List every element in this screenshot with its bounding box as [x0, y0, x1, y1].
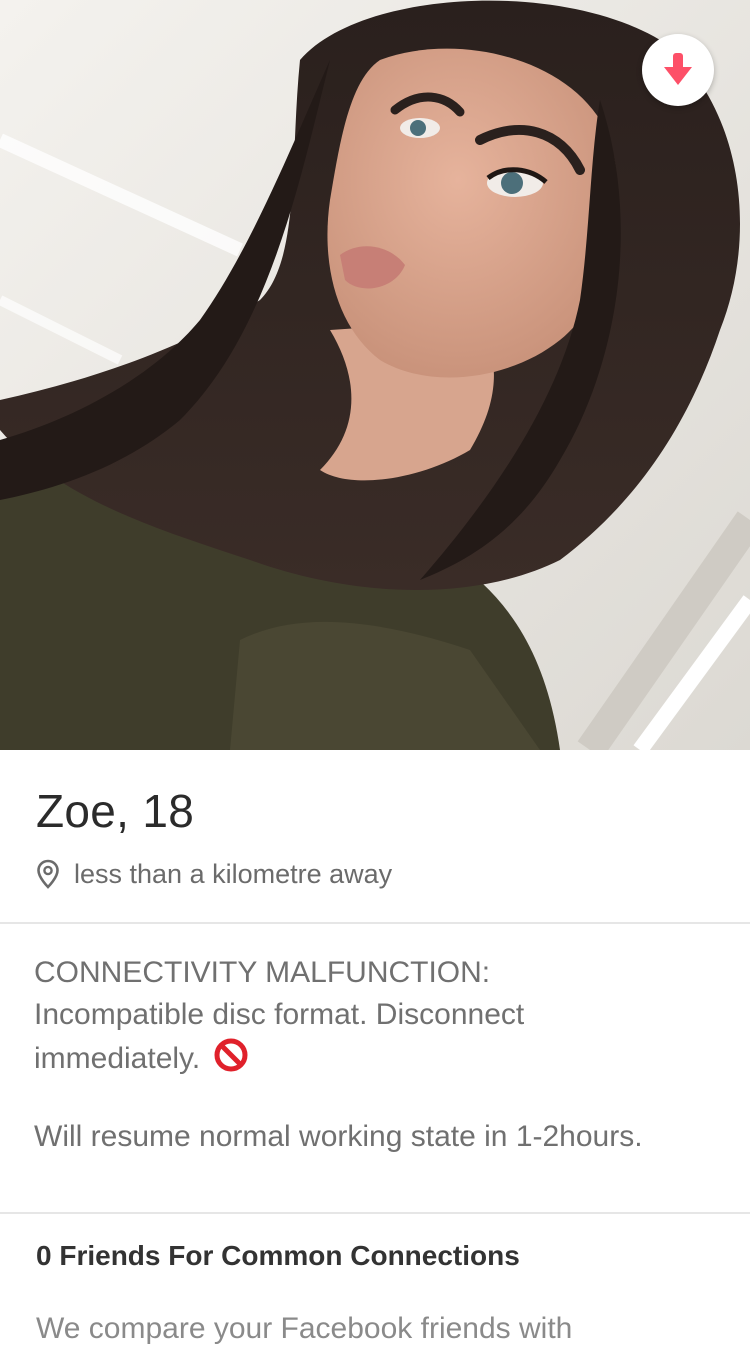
common-connections-description: We compare your Facebook friends with — [36, 1312, 573, 1345]
common-connections-section: 0 Friends For Common Connections We comp… — [0, 1214, 750, 1345]
distance-text: less than a kilometre away — [74, 858, 393, 889]
no-entry-icon — [214, 1038, 248, 1080]
bio-line: immediately. — [34, 1038, 248, 1080]
arrow-down-icon — [664, 53, 692, 85]
bio-section: CONNECTIVITY MALFUNCTION: Incompatible d… — [0, 924, 750, 1214]
profile-name-age: Zoe, 18 — [36, 785, 195, 837]
collapse-profile-button[interactable] — [642, 34, 714, 106]
profile-photo[interactable] — [0, 0, 750, 750]
bio-line: Will resume normal working state in 1-2h… — [34, 1120, 643, 1153]
bio-line: Incompatible disc format. Disconnect — [34, 998, 525, 1031]
profile-photo-illustration — [0, 0, 750, 750]
profile-info-section: Zoe, 18 less than a kilometre away — [0, 750, 750, 924]
distance-row: less than a kilometre away — [36, 856, 392, 892]
location-pin-icon — [36, 859, 60, 889]
common-connections-heading: 0 Friends For Common Connections — [36, 1240, 520, 1271]
bio-line: CONNECTIVITY MALFUNCTION: — [34, 956, 491, 989]
bio-line-text: immediately. — [34, 1042, 201, 1075]
